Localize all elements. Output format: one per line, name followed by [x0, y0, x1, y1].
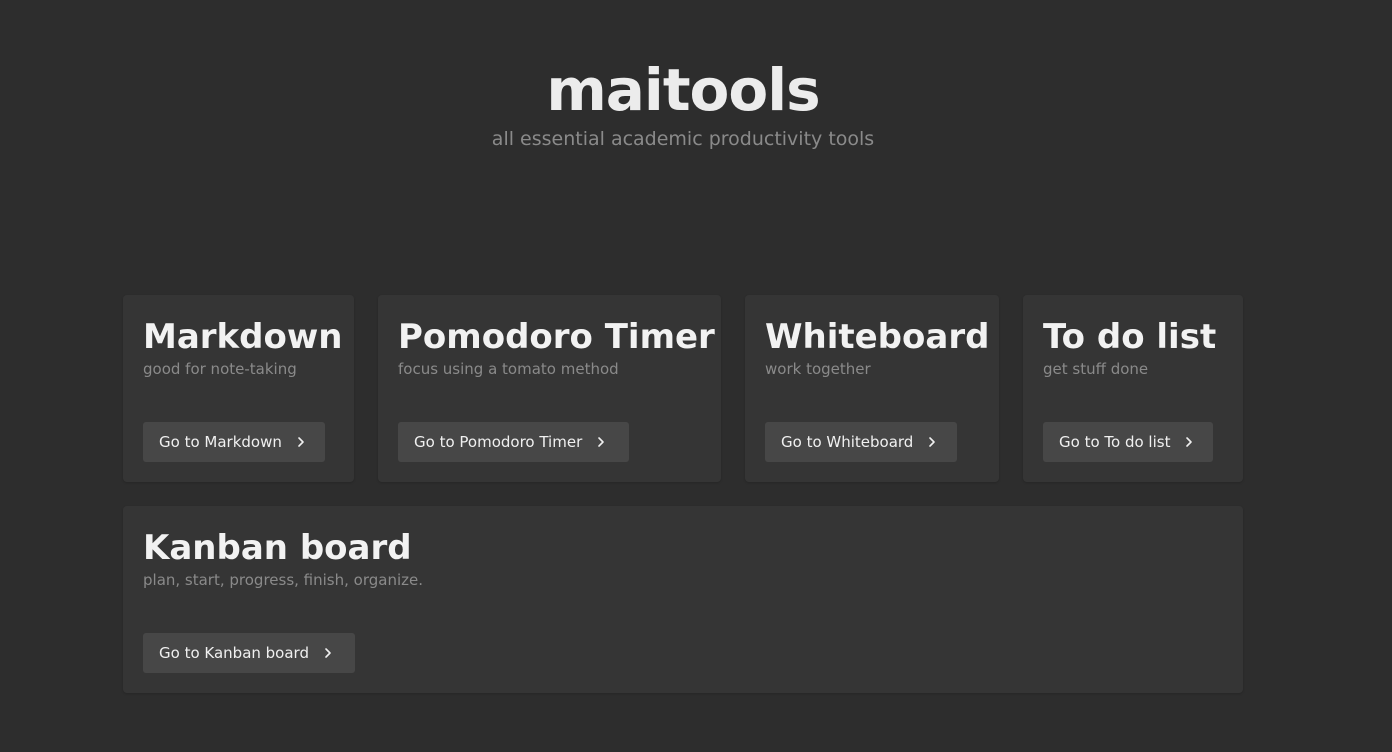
- card-subtitle: focus using a tomato method: [398, 360, 619, 378]
- card-title: Pomodoro Timer: [398, 317, 715, 357]
- tagline: all essential academic productivity tool…: [491, 128, 875, 150]
- button-label: Go to To do list: [1059, 433, 1171, 451]
- go-to-markdown-button[interactable]: Go to Markdown: [143, 422, 325, 462]
- button-label: Go to Markdown: [159, 433, 282, 451]
- button-label: Go to Kanban board: [159, 644, 309, 662]
- button-label: Go to Whiteboard: [781, 433, 914, 451]
- chevron-right-icon: [323, 646, 333, 660]
- chevron-right-icon: [927, 435, 937, 449]
- tool-card-whiteboard: Whiteboard work together Go to Whiteboar…: [745, 295, 999, 482]
- tool-card-to-do-list: To do list get stuff done Go to To do li…: [1023, 295, 1243, 482]
- go-to-to-do-list-button[interactable]: Go to To do list: [1043, 422, 1213, 462]
- chevron-right-icon: [596, 435, 606, 449]
- card-subtitle: get stuff done: [1043, 360, 1149, 378]
- button-label: Go to Pomodoro Timer: [414, 433, 583, 451]
- card-subtitle: work together: [765, 360, 871, 378]
- go-to-kanban-board-button[interactable]: Go to Kanban board: [143, 633, 355, 673]
- card-subtitle: good for note-taking: [143, 360, 297, 378]
- go-to-pomodoro-timer-button[interactable]: Go to Pomodoro Timer: [398, 422, 629, 462]
- tool-card-pomodoro-timer: Pomodoro Timer focus using a tomato meth…: [378, 295, 721, 482]
- card-title: Whiteboard: [765, 317, 990, 357]
- brand-title: maitools: [546, 56, 820, 124]
- card-subtitle: plan, start, progress, finish, organize.: [143, 571, 424, 589]
- card-title: Kanban board: [143, 528, 412, 568]
- tool-card-markdown: Markdown good for note-taking Go to Mark…: [123, 295, 354, 482]
- chevron-right-icon: [1184, 435, 1194, 449]
- card-title: To do list: [1043, 317, 1217, 357]
- tool-card-kanban-board: Kanban board plan, start, progress, fini…: [123, 506, 1243, 693]
- card-title: Markdown: [143, 317, 343, 357]
- chevron-right-icon: [296, 435, 306, 449]
- go-to-whiteboard-button[interactable]: Go to Whiteboard: [765, 422, 957, 462]
